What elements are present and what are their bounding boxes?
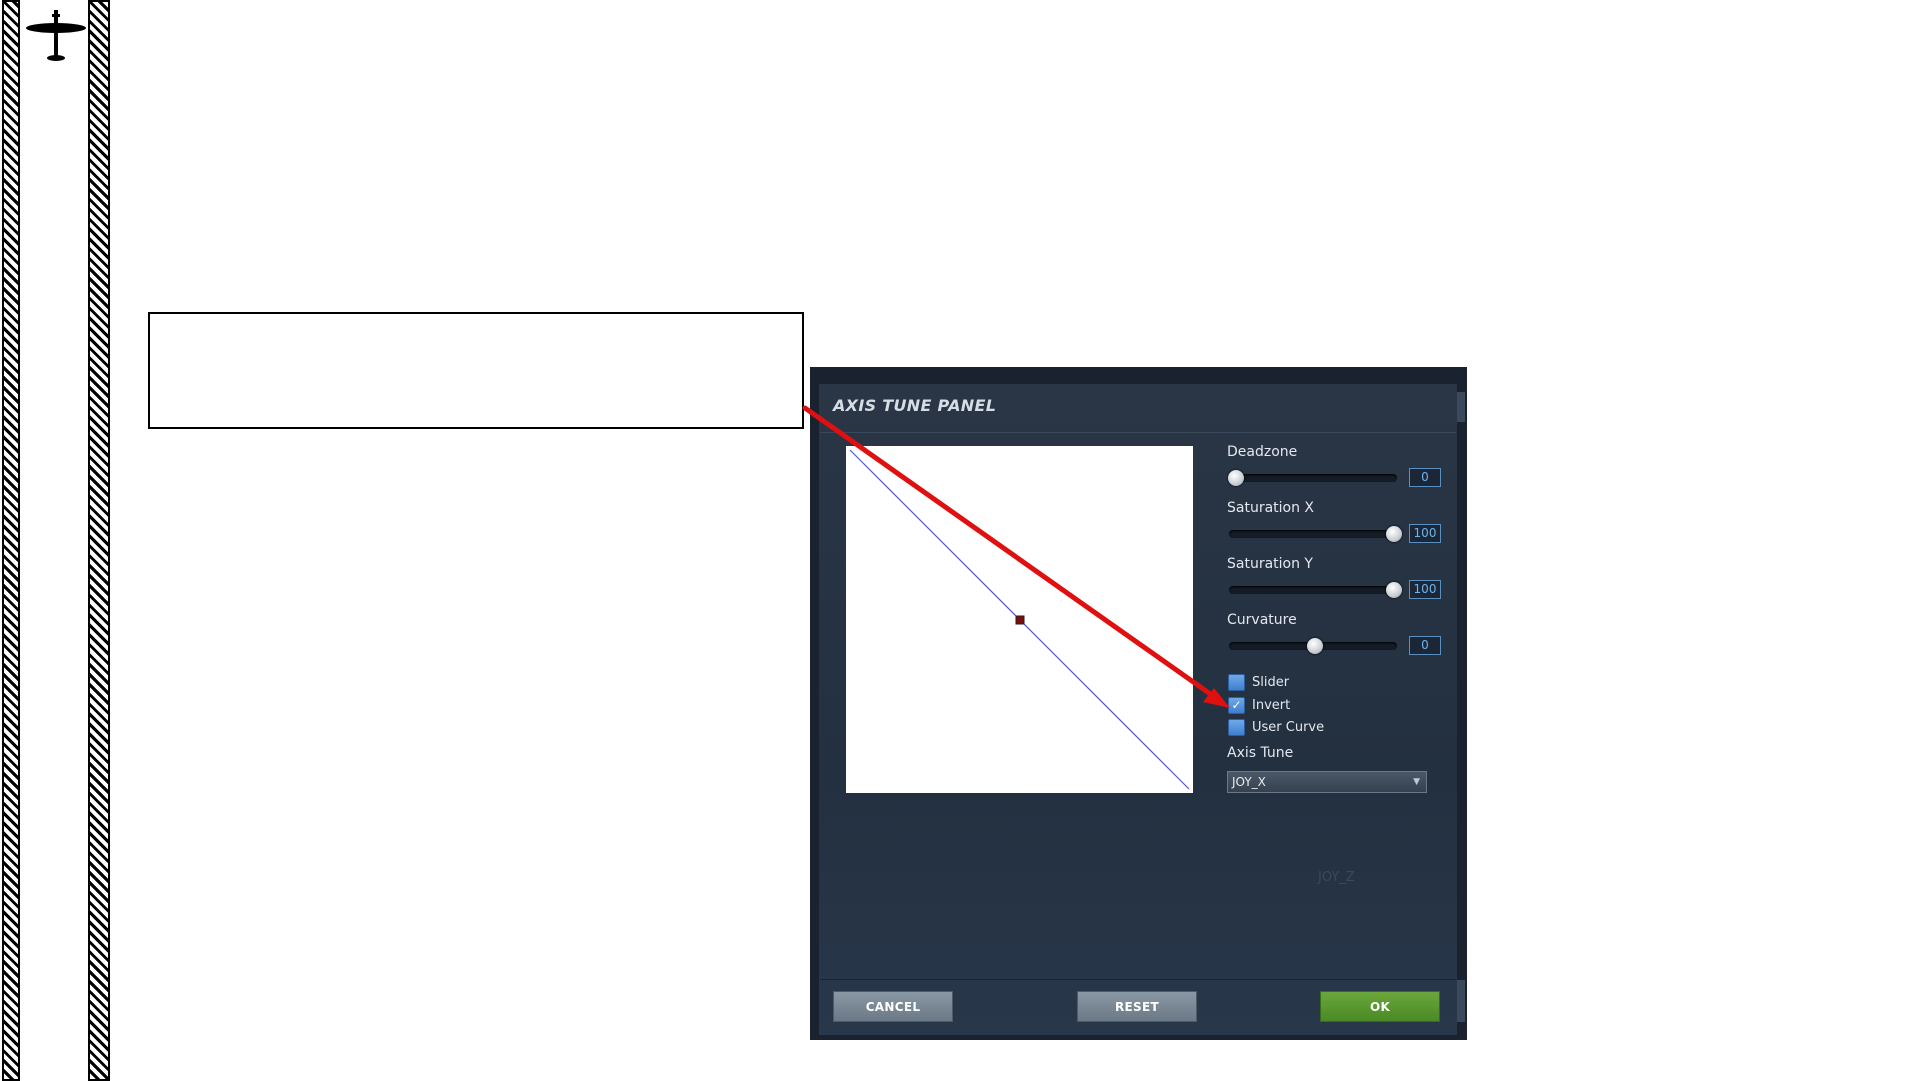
axis-curve-graph <box>846 446 1193 793</box>
saturation-y-label: Saturation Y <box>1227 556 1313 572</box>
saturation-y-slider-knob[interactable] <box>1386 582 1402 598</box>
chevron-down-icon: ▼ <box>1413 777 1420 787</box>
checkmark-icon: ✓ <box>1231 698 1242 712</box>
curvature-label: Curvature <box>1227 612 1297 628</box>
deadzone-label: Deadzone <box>1227 444 1298 460</box>
curvature-value[interactable]: 0 <box>1409 636 1441 655</box>
left-border-stripe <box>2 0 20 1081</box>
saturation-x-slider-knob[interactable] <box>1386 526 1402 542</box>
axis-tune-select[interactable]: JOY_X ▼ <box>1227 771 1427 793</box>
saturation-y-value[interactable]: 100 <box>1409 580 1441 599</box>
ok-button[interactable]: OK <box>1320 991 1440 1022</box>
axis-tune-label: Axis Tune <box>1227 745 1294 761</box>
invert-checkbox-label: Invert <box>1252 698 1291 713</box>
annotation-callout-box <box>148 312 804 429</box>
axis-tune-selected-value: JOY_X <box>1232 775 1266 789</box>
faint-axis-label: JOY_Z <box>1318 870 1355 885</box>
deadzone-slider[interactable] <box>1229 474 1397 482</box>
panel-title: AXIS TUNE PANEL <box>833 396 997 415</box>
saturation-x-value[interactable]: 100 <box>1409 524 1441 543</box>
user-curve-checkbox-label: User Curve <box>1252 720 1325 735</box>
invert-checkbox[interactable]: ✓ <box>1228 697 1245 714</box>
right-border-stripe <box>88 0 110 1081</box>
user-curve-checkbox[interactable] <box>1228 719 1245 736</box>
slider-checkbox[interactable] <box>1228 674 1245 691</box>
curve-center-point <box>1015 615 1025 625</box>
footer-divider <box>820 979 1456 980</box>
saturation-y-slider[interactable] <box>1229 586 1397 594</box>
deadzone-slider-knob[interactable] <box>1228 470 1244 486</box>
side-tab <box>1457 392 1465 422</box>
slider-checkbox-label: Slider <box>1252 675 1290 690</box>
airplane-icon <box>26 8 86 62</box>
curvature-slider-knob[interactable] <box>1307 638 1323 654</box>
deadzone-value[interactable]: 0 <box>1409 468 1441 487</box>
side-tab <box>1457 980 1465 1022</box>
cancel-button[interactable]: CANCEL <box>833 991 953 1022</box>
reset-button[interactable]: RESET <box>1077 991 1197 1022</box>
saturation-x-label: Saturation X <box>1227 500 1315 516</box>
saturation-x-slider[interactable] <box>1229 530 1397 538</box>
title-divider <box>820 432 1456 433</box>
